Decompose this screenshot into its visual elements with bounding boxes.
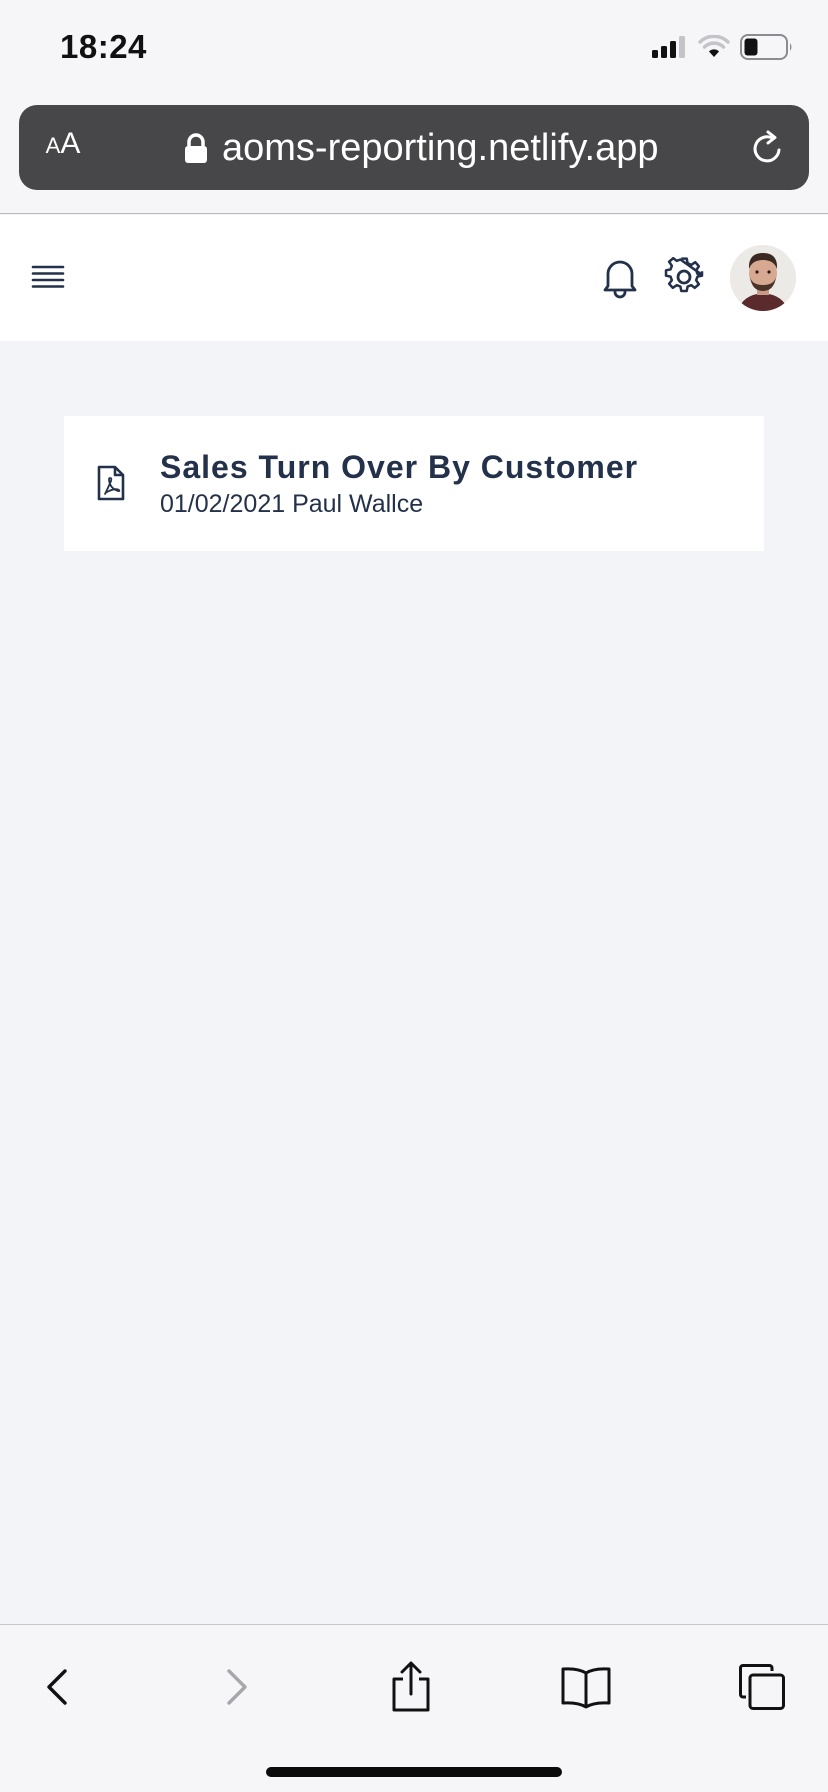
tabs-icon — [739, 1664, 785, 1710]
share-icon — [392, 1661, 430, 1712]
url-display[interactable]: aoms-reporting.netlify.app — [184, 125, 659, 171]
wifi-icon — [698, 35, 730, 57]
back-button[interactable] — [30, 1659, 86, 1715]
status-icons — [652, 34, 794, 60]
settings-button[interactable] — [664, 256, 704, 297]
text-size-small-label: A — [45, 133, 61, 158]
notifications-button[interactable] — [600, 255, 640, 299]
back-icon — [47, 1669, 67, 1705]
share-button[interactable] — [383, 1659, 439, 1715]
status-time: 18:24 — [60, 28, 147, 65]
url-text: aoms-reporting.netlify.app — [222, 126, 659, 169]
status-bar: 18:24 — [0, 0, 828, 100]
text-size-button[interactable]: A A — [39, 127, 87, 169]
pdf-file-icon — [96, 464, 126, 502]
user-avatar[interactable] — [730, 245, 796, 311]
browser-toolbar — [0, 1624, 828, 1792]
reload-icon — [753, 130, 781, 163]
report-item[interactable]: Sales Turn Over By Customer 01/02/2021 P… — [64, 416, 764, 551]
address-bar[interactable]: A A aoms-reporting.netlify.app — [19, 105, 809, 190]
reload-button[interactable] — [749, 129, 787, 167]
gear-icon — [664, 256, 704, 293]
home-indicator — [266, 1767, 562, 1777]
bell-icon — [603, 260, 637, 299]
forward-button[interactable] — [208, 1659, 264, 1715]
app-header — [0, 215, 828, 341]
bookmarks-button[interactable] — [558, 1659, 614, 1715]
signal-icon — [652, 36, 685, 58]
lock-icon — [185, 133, 207, 163]
avatar-image — [730, 245, 796, 311]
browser-address-area: A A aoms-reporting.netlify.app — [0, 100, 828, 214]
bookmarks-icon — [561, 1667, 611, 1709]
text-size-large-label: A — [60, 127, 81, 160]
report-meta: 01/02/2021 Paul Wallce — [160, 490, 424, 518]
forward-icon — [227, 1669, 247, 1705]
hamburger-menu-icon — [31, 265, 65, 288]
report-title: Sales Turn Over By Customer — [160, 449, 639, 485]
battery-icon — [740, 34, 792, 60]
tabs-button[interactable] — [734, 1659, 790, 1715]
menu-button[interactable] — [30, 259, 66, 295]
